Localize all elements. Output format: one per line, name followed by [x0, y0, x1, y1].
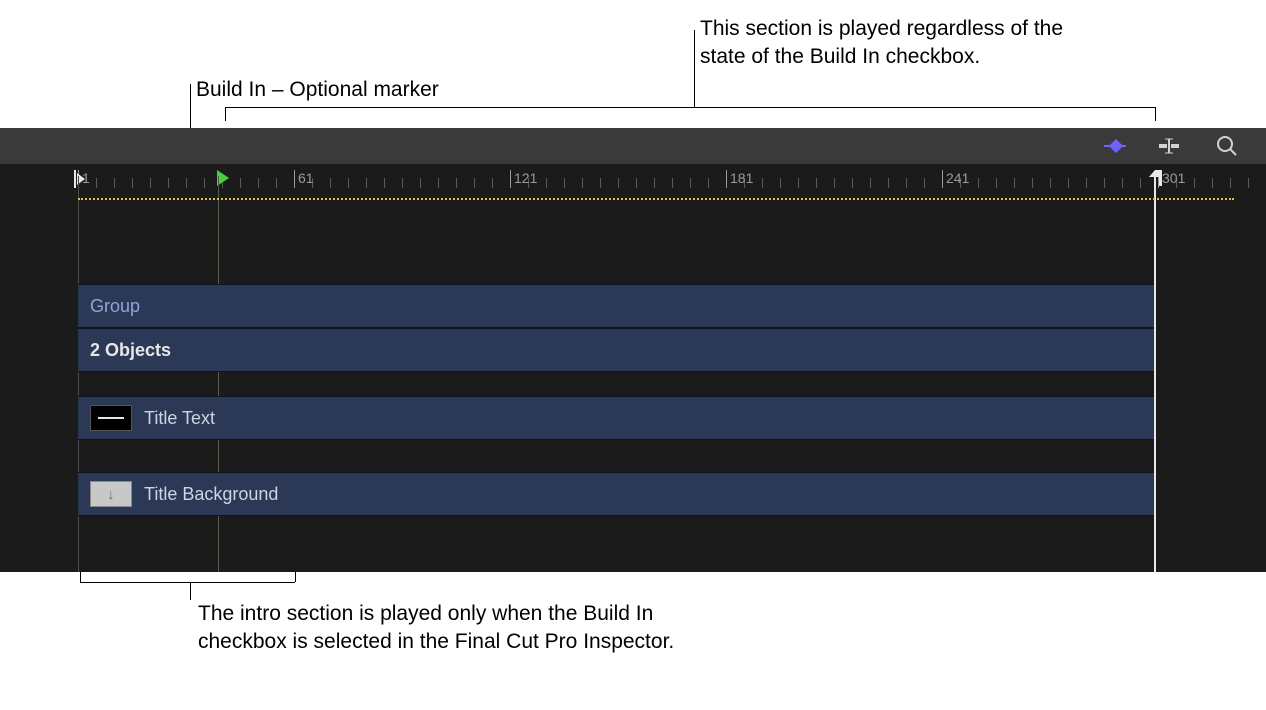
ruler-label: 121	[514, 170, 537, 186]
ruler-tick	[456, 178, 457, 188]
callout-line	[694, 30, 695, 107]
ruler-tick	[366, 178, 367, 188]
ruler-tick	[708, 178, 709, 188]
annotation-intro-section: The intro section is played only when th…	[198, 600, 698, 657]
ruler-tick	[816, 178, 817, 188]
ruler-tick	[780, 178, 781, 188]
magnifier-icon[interactable]	[1212, 135, 1242, 157]
ruler-tick	[870, 178, 871, 188]
layer-thumbnail	[90, 481, 132, 507]
ruler-tick	[762, 178, 763, 188]
project-range-indicator	[78, 198, 1234, 200]
callout-tick	[225, 107, 226, 121]
callout-tick	[1155, 107, 1156, 121]
ruler-tick	[1230, 178, 1231, 188]
ruler-tick	[114, 178, 115, 188]
layer-track-title-background[interactable]: Title Background	[78, 472, 1154, 516]
ruler-tick	[726, 170, 727, 188]
ruler-tick	[852, 178, 853, 188]
ruler-tick	[636, 178, 637, 188]
layer-name: Title Background	[144, 484, 278, 505]
group-object-count: 2 Objects	[90, 340, 171, 361]
ruler-tick	[132, 178, 133, 188]
ruler-tick	[690, 178, 691, 188]
ruler-tick	[996, 178, 997, 188]
ruler-tick	[258, 178, 259, 188]
ruler-tick	[96, 178, 97, 188]
ruler-tick	[402, 178, 403, 188]
ruler-tick	[420, 178, 421, 188]
callout-bracket	[225, 107, 1155, 108]
ruler-tick	[150, 178, 151, 188]
ruler-tick	[672, 178, 673, 188]
ruler-tick	[1194, 178, 1195, 188]
timeline-toolbar	[0, 128, 1266, 164]
ruler-tick	[330, 178, 331, 188]
ruler-tick	[546, 178, 547, 188]
ruler-tick	[204, 178, 205, 188]
playhead-line[interactable]	[1154, 176, 1156, 572]
group-label: Group	[90, 296, 140, 317]
ruler-tick	[240, 178, 241, 188]
ruler-tick	[798, 178, 799, 188]
callout-bracket	[80, 582, 295, 583]
ruler-label: 301	[1162, 170, 1185, 186]
ruler-tick	[582, 178, 583, 188]
ruler-tick	[1212, 178, 1213, 188]
ruler-tick	[834, 178, 835, 188]
ruler-tick	[474, 178, 475, 188]
ruler-tick	[888, 178, 889, 188]
ruler-tick	[654, 178, 655, 188]
layer-track-title-text[interactable]: Title Text	[78, 396, 1154, 440]
ruler-tick	[978, 178, 979, 188]
ruler-label: 181	[730, 170, 753, 186]
ruler-tick	[1068, 178, 1069, 188]
ruler-tick	[1104, 178, 1105, 188]
group-object-count-row[interactable]: 2 Objects	[78, 328, 1154, 372]
callout-tick	[295, 572, 296, 582]
ruler-tick	[438, 178, 439, 188]
ruler-tick	[1014, 178, 1015, 188]
callout-tick	[80, 572, 81, 582]
ruler-tick	[1122, 178, 1123, 188]
ruler-label: 61	[298, 170, 314, 186]
ruler-label: 241	[946, 170, 969, 186]
ruler-tick	[168, 178, 169, 188]
ruler-tick	[186, 178, 187, 188]
ruler-tick	[906, 178, 907, 188]
ruler-tick	[942, 170, 943, 188]
snap-icon[interactable]	[1154, 135, 1184, 157]
layer-thumbnail	[90, 405, 132, 431]
ruler-tick	[1140, 178, 1141, 188]
ruler-tick	[600, 178, 601, 188]
ruler-tick	[384, 178, 385, 188]
ruler-tick	[1050, 178, 1051, 188]
ruler-tick	[348, 178, 349, 188]
ruler-tick	[618, 178, 619, 188]
ruler-tick	[510, 170, 511, 188]
ruler-tick	[492, 178, 493, 188]
annotation-build-in-marker: Build In – Optional marker	[196, 76, 439, 104]
ruler-tick	[924, 178, 925, 188]
ruler-tick	[1032, 178, 1033, 188]
play-range-start-marker[interactable]	[74, 170, 88, 188]
annotation-top-right: This section is played regardless of the…	[700, 15, 1080, 72]
callout-line	[190, 582, 191, 600]
timeline-ruler[interactable]: 161121181241301	[0, 164, 1266, 196]
keyframe-diamond-icon[interactable]	[1100, 135, 1130, 157]
timeline-panel: 161121181241301	[0, 128, 1266, 572]
layer-name: Title Text	[144, 408, 215, 429]
ruler-tick	[276, 178, 277, 188]
ruler-tick	[564, 178, 565, 188]
group-track-header[interactable]: Group	[78, 284, 1154, 328]
ruler-tick	[294, 170, 295, 188]
ruler-tick	[1086, 178, 1087, 188]
ruler-tick	[1248, 178, 1249, 188]
